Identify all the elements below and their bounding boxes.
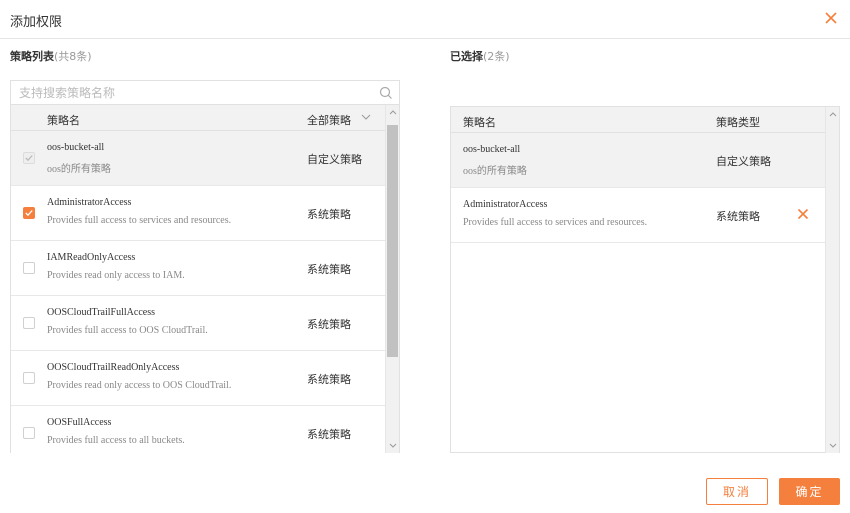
search-box — [11, 81, 399, 105]
selected-table-body: oos-bucket-all oos的所有策略 自定义策略 Administra… — [451, 133, 825, 453]
policy-type: 系统策略 — [307, 208, 351, 221]
scroll-down-icon[interactable] — [389, 443, 397, 448]
table-row[interactable]: oos-bucket-all oos的所有策略 自定义策略 — [11, 131, 385, 186]
selected-scrollbar[interactable] — [825, 107, 839, 453]
scroll-up-icon[interactable] — [389, 110, 397, 115]
scroll-up-icon[interactable] — [829, 112, 837, 117]
policy-name: AdministratorAccess — [47, 197, 132, 208]
policy-type: 系统策略 — [307, 373, 351, 386]
table-row[interactable]: OOSFullAccess Provides full access to al… — [11, 406, 385, 453]
policy-list-title: 策略列表 — [10, 50, 54, 63]
policy-table-header: 策略名 全部策略 — [11, 105, 385, 131]
table-row[interactable]: AdministratorAccess Provides full access… — [11, 186, 385, 241]
policy-list-scrollbar[interactable] — [385, 105, 399, 453]
column-header-type: 策略类型 — [716, 116, 760, 129]
chevron-down-icon[interactable] — [361, 114, 371, 121]
column-header-type-filter[interactable]: 全部策略 — [307, 112, 351, 128]
policy-name: AdministratorAccess — [463, 199, 548, 210]
policy-list-panel: 策略名 全部策略 oos-bucket-all oos的所有策略 自定义策略 A… — [10, 80, 400, 453]
policy-description: Provides full access to OOS CloudTrail. — [47, 325, 208, 336]
policy-description: oos的所有策略 — [47, 164, 111, 175]
scrollbar-thumb[interactable] — [387, 125, 398, 357]
row-checkbox[interactable] — [23, 372, 35, 384]
row-checkbox[interactable] — [23, 317, 35, 329]
selected-table-header: 策略名 策略类型 — [451, 107, 825, 133]
row-checkbox[interactable] — [23, 262, 35, 274]
policy-description: oos的所有策略 — [463, 166, 527, 177]
dialog-title: 添加权限 — [10, 15, 63, 30]
policy-description: Provides full access to services and res… — [463, 217, 648, 228]
policy-description: Provides full access to services and res… — [47, 215, 232, 226]
table-row[interactable]: OOSCloudTrailReadOnlyAccess Provides rea… — [11, 351, 385, 406]
table-row[interactable]: IAMReadOnlyAccess Provides read only acc… — [11, 241, 385, 296]
policy-name: oos-bucket-all — [47, 142, 105, 153]
policy-name: OOSFullAccess — [47, 417, 112, 428]
row-checkbox[interactable] — [23, 207, 35, 219]
policy-description: Provides full access to all buckets. — [47, 435, 185, 446]
selected-row: oos-bucket-all oos的所有策略 自定义策略 — [451, 133, 825, 188]
remove-icon[interactable] — [797, 208, 809, 220]
search-icon[interactable] — [379, 86, 393, 100]
close-icon[interactable] — [823, 10, 839, 26]
selected-row: AdministratorAccess Provides full access… — [451, 188, 825, 243]
policy-type: 自定义策略 — [307, 153, 362, 166]
selected-count: (2条) — [483, 50, 510, 63]
column-header-name: 策略名 — [463, 116, 496, 129]
policy-type: 系统策略 — [307, 428, 351, 441]
policy-name: oos-bucket-all — [463, 144, 521, 155]
policy-list-label: 策略列表(共8条) — [10, 48, 92, 64]
policy-type: 系统策略 — [307, 263, 351, 276]
policy-name: OOSCloudTrailReadOnlyAccess — [47, 362, 180, 373]
row-checkbox[interactable] — [23, 427, 35, 439]
dialog-header: 添加权限 — [0, 0, 850, 39]
policy-table-body: oos-bucket-all oos的所有策略 自定义策略 Administra… — [11, 131, 385, 453]
selected-panel: 策略名 策略类型 oos-bucket-all oos的所有策略 自定义策略 A… — [450, 106, 840, 453]
policy-type: 系统策略 — [307, 318, 351, 331]
column-header-name: 策略名 — [47, 114, 80, 127]
policy-name: IAMReadOnlyAccess — [47, 252, 136, 263]
row-checkbox[interactable] — [23, 152, 35, 164]
policy-description: Provides read only access to OOS CloudTr… — [47, 380, 232, 391]
policy-type: 系统策略 — [716, 210, 760, 223]
scroll-down-icon[interactable] — [829, 443, 837, 448]
table-row[interactable]: OOSCloudTrailFullAccess Provides full ac… — [11, 296, 385, 351]
policy-type: 自定义策略 — [716, 155, 771, 168]
policy-description: Provides read only access to IAM. — [47, 270, 185, 281]
policy-list-count: (共8条) — [54, 50, 92, 63]
selected-title: 已选择 — [450, 50, 483, 63]
policy-name: OOSCloudTrailFullAccess — [47, 307, 155, 318]
confirm-button[interactable]: 确定 — [779, 478, 840, 505]
selected-label: 已选择(2条) — [450, 48, 510, 64]
search-input[interactable] — [11, 81, 371, 105]
cancel-button[interactable]: 取消 — [706, 478, 768, 505]
